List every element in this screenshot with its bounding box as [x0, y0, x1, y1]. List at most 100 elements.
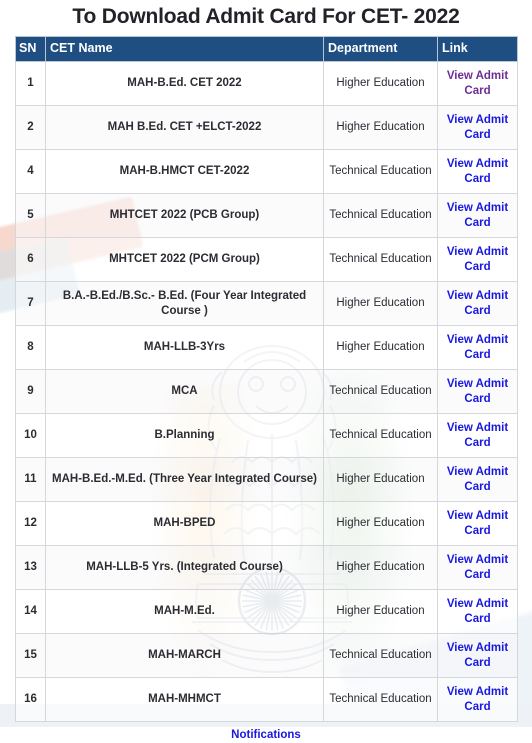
table-row: 9 MCA Technical Education View Admit Card: [15, 369, 518, 414]
cell-sn: 14: [15, 589, 46, 634]
cell-link: View Admit Card: [437, 413, 518, 458]
cell-cet-name: MAH-B.Ed.-M.Ed. (Three Year Integrated C…: [45, 457, 324, 502]
cell-link: View Admit Card: [437, 193, 518, 238]
cell-link: View Admit Card: [437, 589, 518, 634]
view-admit-card-link[interactable]: View Admit Card: [440, 597, 515, 627]
cell-cet-name: MAH-MARCH: [45, 633, 324, 678]
cell-department: Technical Education: [323, 369, 438, 414]
page-content: To Download Admit Card For CET- 2022 SN …: [0, 4, 532, 743]
cell-cet-name: MAH-B.HMCT CET-2022: [45, 149, 324, 194]
view-admit-card-link[interactable]: View Admit Card: [440, 641, 515, 671]
table-row: 14 MAH-M.Ed. Higher Education View Admit Ca…: [15, 589, 518, 634]
cell-cet-name: MAH-BPED: [45, 501, 324, 546]
cell-department: Technical Education: [323, 633, 438, 678]
view-admit-card-link[interactable]: View Admit Card: [440, 509, 515, 539]
cell-department: Technical Education: [323, 677, 438, 722]
cell-department: Higher Education: [323, 105, 438, 150]
cell-department: Higher Education: [323, 501, 438, 546]
table-header: SN CET Name Department Link: [15, 36, 518, 62]
view-admit-card-link[interactable]: View Admit Card: [440, 377, 515, 407]
cell-sn: 16: [15, 677, 46, 722]
table-row: 6 MHTCET 2022 (PCM Group) Technical Educat…: [15, 237, 518, 282]
admit-card-table: SN CET Name Department Link 1 MAH-B.Ed. C…: [15, 36, 518, 722]
cell-department: Higher Education: [323, 457, 438, 502]
view-admit-card-link[interactable]: View Admit Card: [440, 333, 515, 363]
table-body: 1 MAH-B.Ed. CET 2022 Higher Education View …: [15, 61, 518, 722]
cell-cet-name: B.Planning: [45, 413, 324, 458]
view-admit-card-link[interactable]: View Admit Card: [440, 113, 515, 143]
cell-link: View Admit Card: [437, 237, 518, 282]
table-row: 4 MAH-B.HMCT CET-2022 Technical Education V…: [15, 149, 518, 194]
table-row: 2 MAH B.Ed. CET +ELCT-2022 Higher Educatio…: [15, 105, 518, 150]
view-admit-card-link[interactable]: View Admit Card: [440, 69, 515, 99]
cell-cet-name: MAH B.Ed. CET +ELCT-2022: [45, 105, 324, 150]
view-admit-card-link[interactable]: View Admit Card: [440, 201, 515, 231]
view-admit-card-link[interactable]: View Admit Card: [440, 289, 515, 319]
cell-link: View Admit Card: [437, 545, 518, 590]
cell-department: Technical Education: [323, 193, 438, 238]
cell-sn: 5: [15, 193, 46, 238]
cell-link: View Admit Card: [437, 325, 518, 370]
view-admit-card-link[interactable]: View Admit Card: [440, 465, 515, 495]
column-header-cet-name: CET Name: [45, 36, 324, 62]
cell-cet-name: MAH-B.Ed. CET 2022: [45, 61, 324, 106]
cell-link: View Admit Card: [437, 105, 518, 150]
view-admit-card-link[interactable]: View Admit Card: [440, 245, 515, 275]
cell-cet-name: MAH-LLB-3Yrs: [45, 325, 324, 370]
table-row: 15 MAH-MARCH Technical Education View Admit…: [15, 633, 518, 678]
cell-cet-name: MAH-M.Ed.: [45, 589, 324, 634]
column-header-link: Link: [437, 36, 518, 62]
cell-department: Higher Education: [323, 589, 438, 634]
table-row: 13 MAH-LLB-5 Yrs. (Integrated Course) High…: [15, 545, 518, 590]
cell-department: Higher Education: [323, 545, 438, 590]
view-admit-card-link[interactable]: View Admit Card: [440, 157, 515, 187]
cell-sn: 15: [15, 633, 46, 678]
notifications-link[interactable]: Notifications: [231, 729, 301, 741]
cell-cet-name: MAH-MHMCT: [45, 677, 324, 722]
cell-sn: 7: [15, 281, 46, 326]
cell-department: Higher Education: [323, 281, 438, 326]
cell-sn: 10: [15, 413, 46, 458]
table-row: 10 B.Planning Technical Education View Admi…: [15, 413, 518, 458]
cell-sn: 9: [15, 369, 46, 414]
cell-department: Higher Education: [323, 325, 438, 370]
table-row: 1 MAH-B.Ed. CET 2022 Higher Education View …: [15, 61, 518, 106]
table-row: 11 MAH-B.Ed.-M.Ed. (Three Year Integrated…: [15, 457, 518, 502]
cell-cet-name: MCA: [45, 369, 324, 414]
cell-sn: 12: [15, 501, 46, 546]
column-header-department: Department: [323, 36, 438, 62]
view-admit-card-link[interactable]: View Admit Card: [440, 553, 515, 583]
cell-sn: 4: [15, 149, 46, 194]
cell-link: View Admit Card: [437, 369, 518, 414]
cell-department: Technical Education: [323, 237, 438, 282]
cell-cet-name: MHTCET 2022 (PCB Group): [45, 193, 324, 238]
table-header-row: SN CET Name Department Link: [15, 36, 518, 62]
cell-link: View Admit Card: [437, 149, 518, 194]
cell-link: View Admit Card: [437, 281, 518, 326]
cell-sn: 2: [15, 105, 46, 150]
table-row: 5 MHTCET 2022 (PCB Group) Technical Educat…: [15, 193, 518, 238]
cell-cet-name: B.A.-B.Ed./B.Sc.- B.Ed. (Four Year Integ…: [45, 281, 324, 326]
cell-department: Technical Education: [323, 413, 438, 458]
cell-sn: 6: [15, 237, 46, 282]
cell-link: View Admit Card: [437, 457, 518, 502]
cell-sn: 13: [15, 545, 46, 590]
footer-links: Notifications: [15, 725, 517, 743]
cell-cet-name: MAH-LLB-5 Yrs. (Integrated Course): [45, 545, 324, 590]
table-row: 7 B.A.-B.Ed./B.Sc.- B.Ed. (Four Year Inte…: [15, 281, 518, 326]
cell-link: View Admit Card: [437, 633, 518, 678]
cell-link: View Admit Card: [437, 61, 518, 106]
table-row: 12 MAH-BPED Higher Education View Admit Car…: [15, 501, 518, 546]
table-row: 16 MAH-MHMCT Technical Education View Admit…: [15, 677, 518, 722]
cell-link: View Admit Card: [437, 501, 518, 546]
cell-sn: 1: [15, 61, 46, 106]
column-header-sn: SN: [15, 36, 46, 62]
view-admit-card-link[interactable]: View Admit Card: [440, 685, 515, 715]
table-row: 8 MAH-LLB-3Yrs Higher Education View Admit …: [15, 325, 518, 370]
cell-department: Higher Education: [323, 61, 438, 106]
cell-sn: 11: [15, 457, 46, 502]
cell-department: Technical Education: [323, 149, 438, 194]
view-admit-card-link[interactable]: View Admit Card: [440, 421, 515, 451]
cell-link: View Admit Card: [437, 677, 518, 722]
cell-sn: 8: [15, 325, 46, 370]
